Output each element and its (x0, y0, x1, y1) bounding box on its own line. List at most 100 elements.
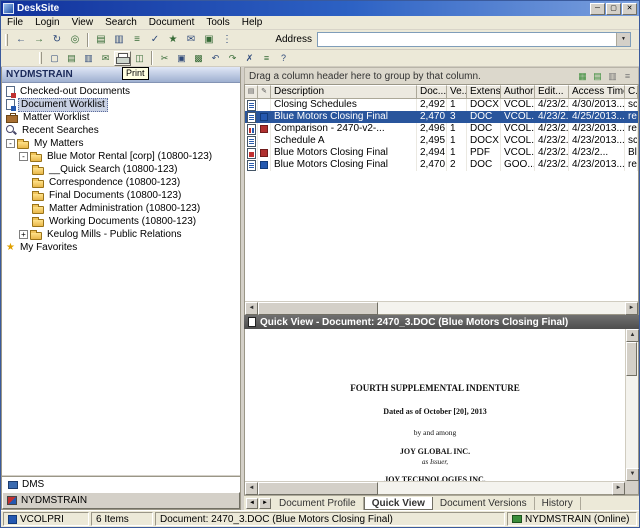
grid-horizontal-scrollbar[interactable]: ◄ ► (245, 301, 638, 315)
type-column-header-icon[interactable]: ▤ (245, 85, 258, 99)
print-preview-icon[interactable]: ◫ (131, 51, 148, 66)
column-chooser-icon[interactable]: ≡ (621, 70, 634, 83)
expand-icon[interactable]: + (19, 230, 28, 239)
column-header-author[interactable]: Author (501, 85, 535, 99)
column-header-edit[interactable]: Edit... (535, 85, 569, 99)
tab-document-versions[interactable]: Document Versions (433, 496, 535, 510)
scroll-left-icon[interactable]: ◄ (245, 302, 258, 315)
scroll-right-icon[interactable]: ► (625, 302, 638, 315)
tab-history[interactable]: History (535, 496, 581, 510)
column-header-version[interactable]: Ve... (447, 85, 467, 99)
cut-icon[interactable]: ✂ (156, 51, 173, 66)
maximize-button[interactable]: ▢ (606, 2, 621, 15)
scroll-up-icon[interactable]: ▲ (626, 329, 639, 342)
print-icon[interactable] (114, 50, 131, 66)
group-by-bar[interactable]: Drag a column header here to group by th… (244, 67, 639, 84)
tree-item-quick-search[interactable]: __Quick Search (10800-123) (2, 163, 240, 176)
titlebar[interactable]: DeskSite ─ ▢ ✕ (1, 1, 639, 16)
shortcut-group-nydmstrain[interactable]: NYDMSTRAIN (2, 492, 240, 509)
worklist-icon[interactable]: ≡ (128, 32, 146, 48)
tab-quick-view[interactable]: Quick View (363, 496, 433, 510)
checkmark-icon[interactable]: ✓ (146, 32, 164, 48)
folder-tree-icon[interactable]: ▤ (92, 32, 110, 48)
undo-icon[interactable]: ↶ (207, 51, 224, 66)
column-header-description[interactable]: Description (271, 85, 417, 99)
paste-icon[interactable]: ▩ (190, 51, 207, 66)
email-document-icon[interactable]: ✉ (97, 51, 114, 66)
table-row[interactable]: Blue Motors Closing Final 2,494 1 PDF VC… (245, 147, 638, 159)
collapse-icon[interactable]: - (6, 139, 15, 148)
new-document-icon[interactable]: ▢ (46, 51, 63, 66)
scroll-right-icon[interactable]: ► (612, 482, 625, 495)
scrollbar-track[interactable] (258, 482, 612, 495)
grid-layout-icon[interactable]: ▤ (591, 70, 604, 83)
help-icon[interactable]: ? (275, 51, 292, 66)
scroll-left-icon[interactable]: ◄ (245, 482, 258, 495)
tree-item-final-documents[interactable]: Final Documents (10800-123) (2, 189, 240, 202)
favorites-icon[interactable]: ★ (164, 32, 182, 48)
tree-item-blue-motor-rental[interactable]: - Blue Motor Rental [corp] (10800-123) (2, 150, 240, 163)
address-dropdown-icon[interactable]: ▼ (616, 33, 630, 46)
tree-item-working-documents[interactable]: Working Documents (10800-123) (2, 215, 240, 228)
scrollbar-track[interactable] (626, 342, 638, 468)
menu-tools[interactable]: Tools (200, 16, 235, 29)
tree-item-my-matters[interactable]: - My Matters (2, 137, 240, 150)
scrollbar-thumb[interactable] (626, 342, 637, 376)
table-row[interactable]: Schedule A 2,495 1 DOCX VCOL... 4/23/2..… (245, 135, 638, 147)
preview-horizontal-scrollbar[interactable]: ◄ ► (245, 481, 625, 495)
table-row[interactable]: Comparison - 2470-v2-... 2,496 1 DOC VCO… (245, 123, 638, 135)
scrollbar-thumb[interactable] (258, 302, 378, 315)
toolbar-grip[interactable] (5, 33, 8, 46)
select-view-icon[interactable]: ▦ (576, 70, 589, 83)
address-input[interactable] (318, 33, 616, 46)
delete-icon[interactable]: ✗ (241, 51, 258, 66)
table-row-selected[interactable]: Blue Motors Closing Final 2,470 3 DOC VC… (245, 111, 638, 123)
column-header-comment[interactable]: C... (625, 85, 638, 99)
minimize-button[interactable]: ─ (590, 2, 605, 15)
column-header-extension[interactable]: Extens... (467, 85, 501, 99)
tree-item-my-favorites[interactable]: ★ My Favorites (2, 241, 240, 254)
menu-document[interactable]: Document (143, 16, 201, 29)
tab-scroll-right-icon[interactable]: ► (259, 497, 271, 509)
search-icon[interactable]: ◎ (66, 32, 84, 48)
shortcut-dms[interactable]: DMS (2, 477, 240, 492)
tree-item-matter-administration[interactable]: Matter Administration (10800-123) (2, 202, 240, 215)
menu-login[interactable]: Login (29, 16, 65, 29)
toolbar-grip[interactable] (39, 52, 42, 64)
document-preview[interactable]: FOURTH SUPPLEMENTAL INDENTURE Dated as o… (245, 329, 625, 481)
email-icon[interactable]: ✉ (182, 32, 200, 48)
menu-view[interactable]: View (66, 16, 100, 29)
column-header-access-time[interactable]: Access Time (569, 85, 625, 99)
status-column-header-icon[interactable]: ✎ (258, 85, 271, 99)
tree-item-keulog-mills[interactable]: + Keulog Mills - Public Relations (2, 228, 240, 241)
open-document-icon[interactable]: ▤ (63, 51, 80, 66)
copy-icon[interactable]: ▣ (173, 51, 190, 66)
collapse-icon[interactable]: - (19, 152, 28, 161)
expand-all-icon[interactable]: ▥ (606, 70, 619, 83)
menu-search[interactable]: Search (99, 16, 143, 29)
tree-item-matter-worklist[interactable]: Matter Worklist (2, 111, 240, 124)
menu-help[interactable]: Help (236, 16, 269, 29)
tree-item-recent-searches[interactable]: Recent Searches (2, 124, 240, 137)
options-icon[interactable]: ⋮ (218, 32, 236, 48)
menu-file[interactable]: File (1, 16, 29, 29)
column-header-doc[interactable]: Doc... (417, 85, 447, 99)
tab-document-profile[interactable]: Document Profile (272, 496, 364, 510)
table-row[interactable]: Closing Schedules 2,492 1 DOCX VCOL... 4… (245, 99, 638, 111)
properties-icon[interactable]: ≡ (258, 51, 275, 66)
grid-view-icon[interactable]: ▣ (200, 32, 218, 48)
preview-vertical-scrollbar[interactable]: ▲ ▼ (625, 329, 639, 481)
close-button[interactable]: ✕ (622, 2, 637, 15)
tree-item-checked-out-documents[interactable]: Checked-out Documents (2, 85, 240, 98)
scroll-down-icon[interactable]: ▼ (626, 468, 639, 481)
tree-item-document-worklist[interactable]: Document Worklist (2, 97, 240, 112)
scrollbar-thumb[interactable] (258, 482, 378, 495)
tab-scroll-left-icon[interactable]: ◄ (246, 497, 258, 509)
save-document-icon[interactable]: ▥ (80, 51, 97, 66)
forward-icon[interactable]: → (30, 32, 48, 48)
scrollbar-track[interactable] (258, 302, 625, 315)
table-row[interactable]: Blue Motors Closing Final 2,470 2 DOC GO… (245, 159, 638, 171)
refresh-icon[interactable]: ↻ (48, 32, 66, 48)
back-icon[interactable]: ← (12, 32, 30, 48)
saved-searches-icon[interactable]: ▥ (110, 32, 128, 48)
